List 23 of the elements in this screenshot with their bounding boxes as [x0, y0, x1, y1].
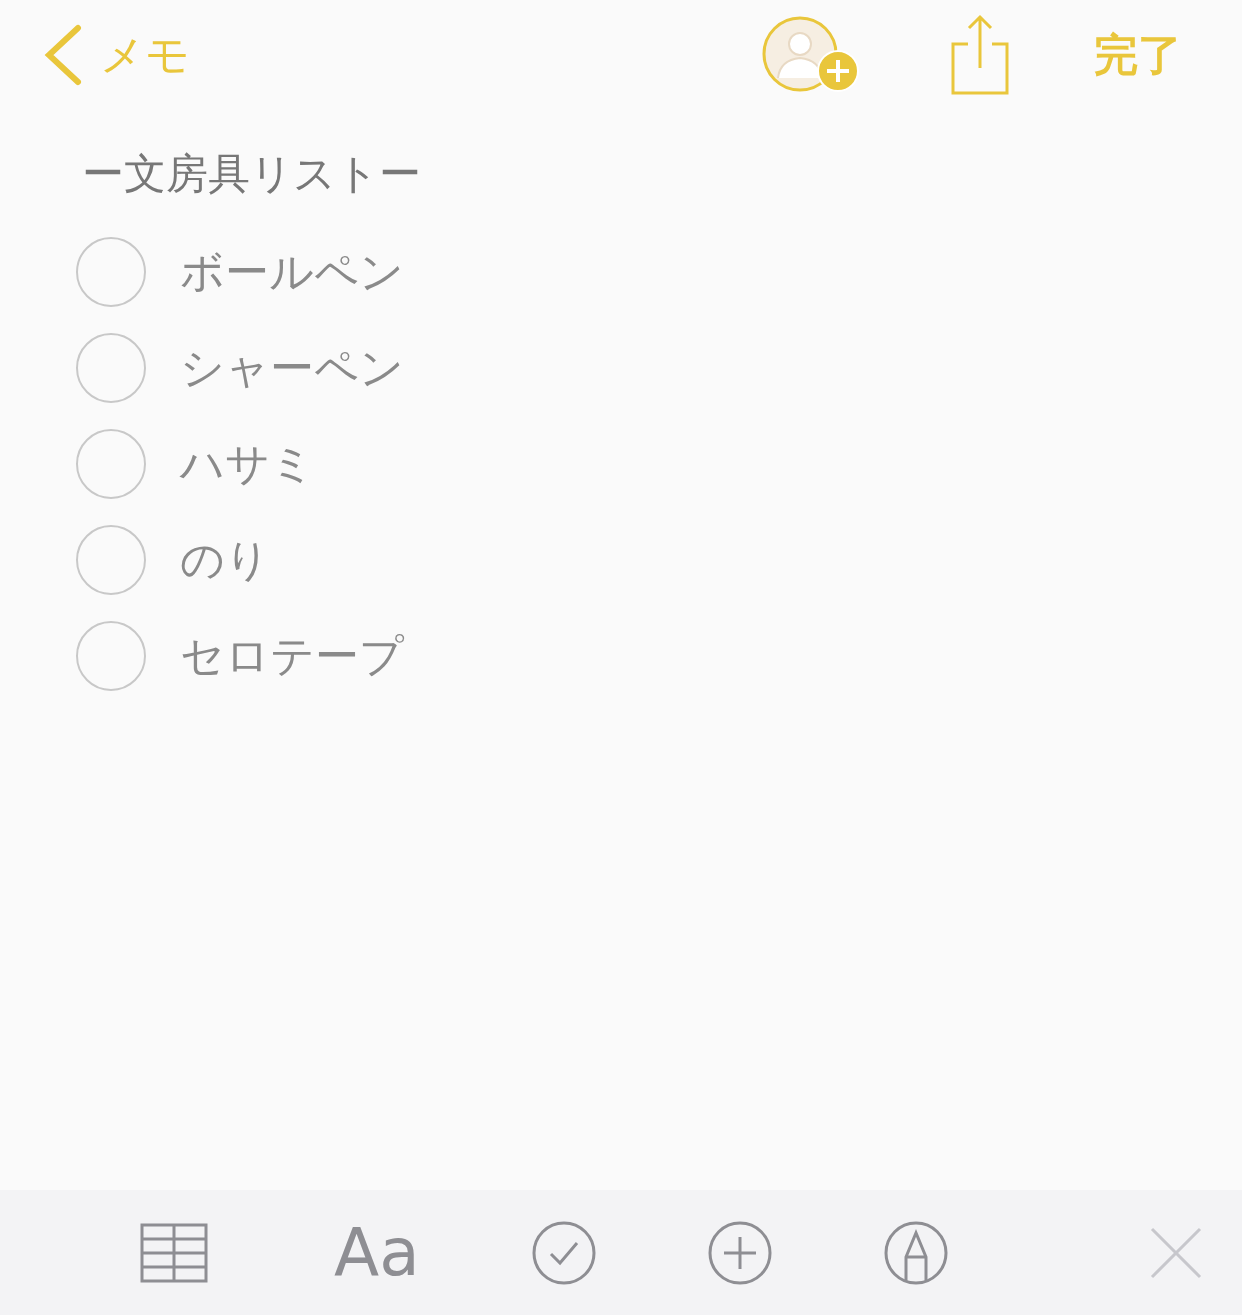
chevron-left-icon: [44, 24, 82, 86]
table-icon[interactable]: [140, 1222, 208, 1283]
checklist-item: ハサミ: [180, 436, 315, 491]
pen-icon[interactable]: [883, 1220, 948, 1285]
checkbox[interactable]: [76, 333, 146, 403]
close-icon[interactable]: [1149, 1226, 1202, 1279]
checkbox[interactable]: [76, 429, 146, 499]
back-button[interactable]: メモ: [44, 24, 190, 86]
note-title: ー文房具リストー: [82, 148, 422, 200]
checklist-item: シャーペン: [180, 340, 404, 395]
share-icon[interactable]: [950, 14, 1010, 96]
add-person-icon[interactable]: [762, 16, 860, 94]
add-icon[interactable]: [707, 1220, 772, 1285]
back-label: メモ: [100, 27, 190, 82]
checkbox[interactable]: [76, 237, 146, 307]
done-button[interactable]: 完了: [1094, 25, 1182, 85]
checklist-icon[interactable]: [531, 1220, 596, 1285]
format-button[interactable]: Aa: [334, 1219, 420, 1286]
checklist-item: ボールペン: [180, 244, 404, 299]
checklist-item: セロテープ: [180, 628, 404, 683]
checkbox[interactable]: [76, 525, 146, 595]
checkbox[interactable]: [76, 621, 146, 691]
checklist-item: のり: [180, 532, 270, 587]
